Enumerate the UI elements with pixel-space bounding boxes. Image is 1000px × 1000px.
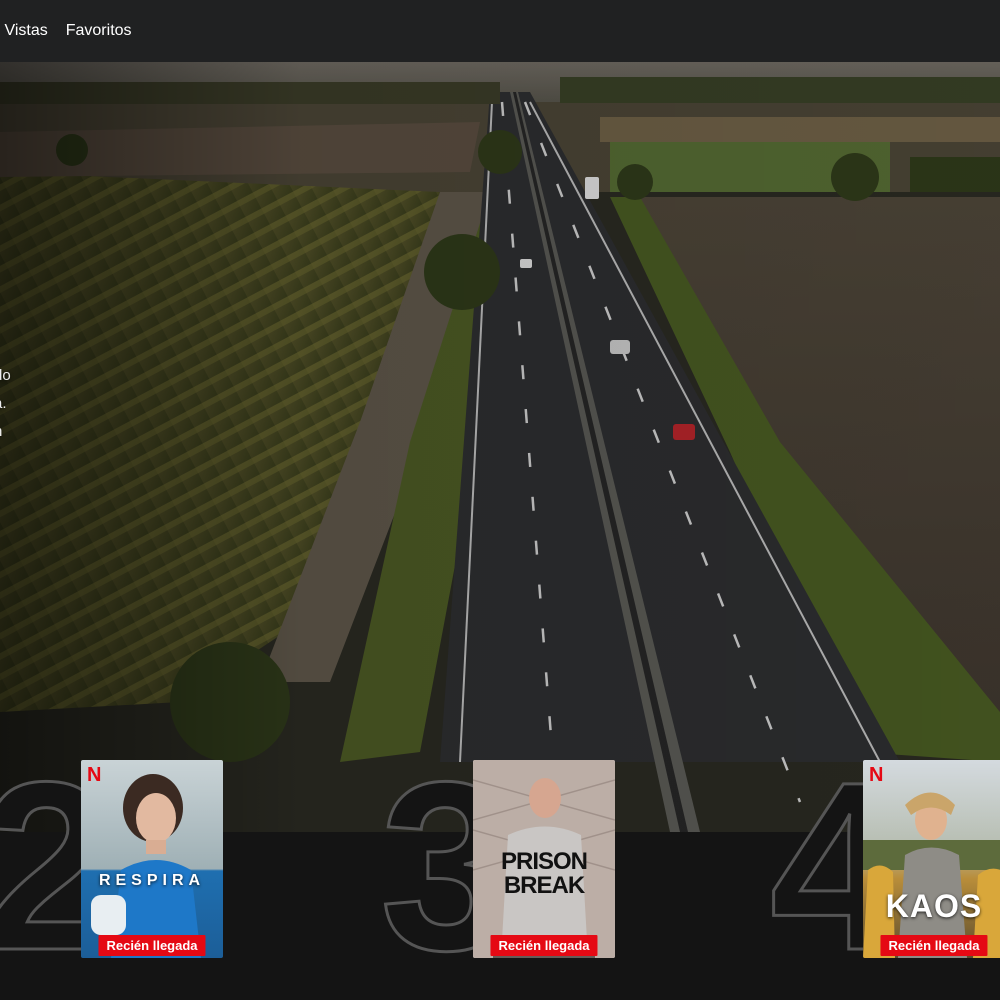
netflix-logo-icon: N <box>869 764 884 786</box>
hero-billboard[interactable]: do a. n <box>0 62 1000 832</box>
top10-item-respira[interactable]: 2 N RESPIRA Recién llegada <box>0 745 225 988</box>
hero-image <box>0 62 1000 832</box>
poster-art <box>91 774 201 958</box>
top10-item-kaos[interactable]: 4 N KAOS Recién llegada <box>768 745 1000 988</box>
nav-item-mas-vistas[interactable]: s Vistas <box>0 22 48 40</box>
hero-description-line: do <box>0 367 11 384</box>
poster-title: PRISON BREAK <box>473 850 615 898</box>
poster-title: KAOS <box>885 888 983 924</box>
new-arrival-badge: Recién llegada <box>880 935 988 956</box>
poster-title-line: PRISON <box>500 848 588 875</box>
new-arrival-badge: Recién llegada <box>98 935 206 956</box>
hero-description-line: a. <box>0 395 7 412</box>
poster-art <box>863 792 1000 958</box>
new-arrival-badge: Recién llegada <box>490 935 598 956</box>
hero-description: do a. n <box>0 362 11 446</box>
page-bottom <box>0 958 1000 1000</box>
top10-item-prison-break[interactable]: 3 PRISON BREAK Recién llegada <box>378 745 620 988</box>
poster-title: RESPIRA <box>98 872 206 889</box>
top-nav-bar: s Vistas Favoritos <box>0 0 1000 62</box>
hero-description-line: n <box>0 418 11 446</box>
poster-prison-break[interactable]: PRISON BREAK Recién llegada <box>473 760 615 958</box>
poster-title-line: BREAK <box>503 872 585 899</box>
nav-item-favoritos[interactable]: Favoritos <box>66 22 132 40</box>
top10-row: 2 N RESPIRA Recién llegada 3 PRISON BREA… <box>0 745 1000 988</box>
poster-kaos[interactable]: N KAOS Recién llegada <box>863 760 1000 958</box>
poster-respira[interactable]: N RESPIRA Recién llegada <box>81 760 223 958</box>
netflix-logo-icon: N <box>87 764 102 786</box>
